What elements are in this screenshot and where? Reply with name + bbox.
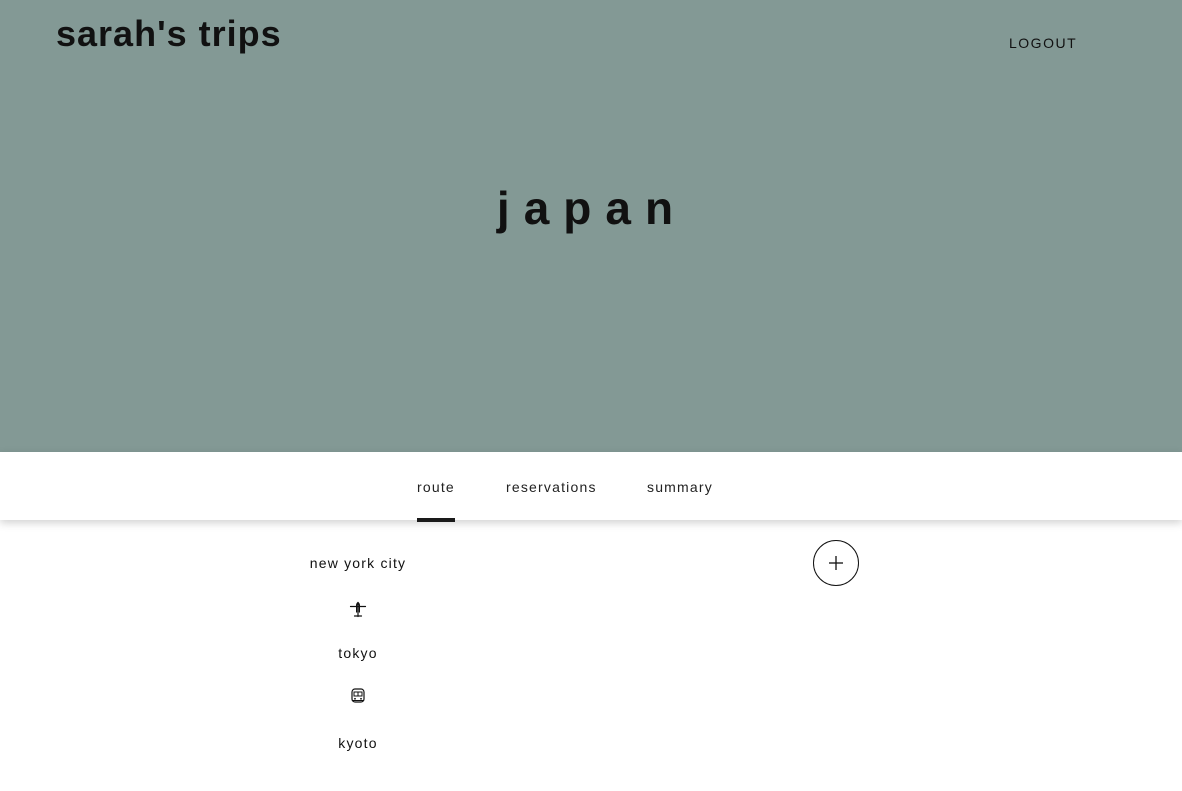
trip-tab-bar: route reservations summary — [0, 452, 1182, 522]
brand-title[interactable]: sarah's trips — [56, 12, 282, 56]
route-stop[interactable]: kyoto — [258, 733, 458, 753]
plus-icon — [829, 556, 843, 570]
route-stop[interactable]: tokyo — [258, 643, 458, 663]
trip-title: japan — [496, 182, 688, 234]
route-stop[interactable]: new york city — [258, 553, 458, 573]
tab-summary[interactable]: summary — [647, 452, 713, 520]
tab-reservations[interactable]: reservations — [506, 452, 597, 520]
route-panel: new york city tokyo kyoto — [0, 520, 1182, 791]
add-stop-button[interactable] — [813, 540, 859, 586]
tab-route[interactable]: route — [417, 452, 455, 522]
train-icon — [348, 686, 368, 706]
airplane-icon — [348, 600, 368, 620]
logout-button[interactable]: LOGOUT — [1009, 33, 1077, 53]
trip-hero: sarah's trips LOGOUT japan — [0, 0, 1182, 452]
